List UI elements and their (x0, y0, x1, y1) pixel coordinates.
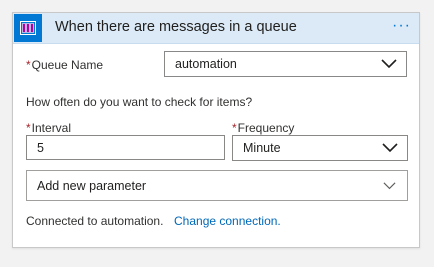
change-connection-link[interactable]: Change connection. (174, 214, 281, 228)
chevron-down-icon (382, 143, 398, 153)
chevron-down-icon (383, 181, 396, 189)
queue-name-label: *Queue Name (26, 58, 103, 72)
required-marker: * (26, 58, 31, 72)
chevron-down-icon (381, 59, 397, 69)
queue-name-dropdown[interactable]: automation (164, 51, 407, 77)
interval-label: *Interval (26, 121, 71, 135)
add-parameter-dropdown[interactable]: Add new parameter (26, 170, 408, 201)
add-parameter-label: Add new parameter (37, 178, 147, 193)
trigger-card: When there are messages in a queue ··· *… (12, 12, 420, 248)
card-header[interactable]: When there are messages in a queue ··· (13, 13, 419, 44)
frequency-label-text: Frequency (237, 121, 295, 135)
check-frequency-prompt: How often do you want to check for items… (26, 95, 253, 109)
more-options-button[interactable]: ··· (392, 17, 411, 35)
interval-input[interactable]: 5 (26, 135, 225, 160)
interval-label-text: Interval (31, 121, 72, 135)
storage-queue-icon (14, 14, 42, 42)
connection-status: Connected to automation. (26, 214, 164, 228)
card-title: When there are messages in a queue (55, 19, 297, 35)
frequency-value: Minute (243, 141, 281, 155)
required-marker: * (26, 121, 31, 135)
queue-name-label-text: Queue Name (31, 58, 104, 72)
queue-name-value: automation (175, 57, 237, 71)
frequency-label: *Frequency (232, 121, 294, 135)
frequency-dropdown[interactable]: Minute (232, 135, 408, 161)
interval-value: 5 (37, 140, 44, 155)
required-marker: * (232, 121, 237, 135)
